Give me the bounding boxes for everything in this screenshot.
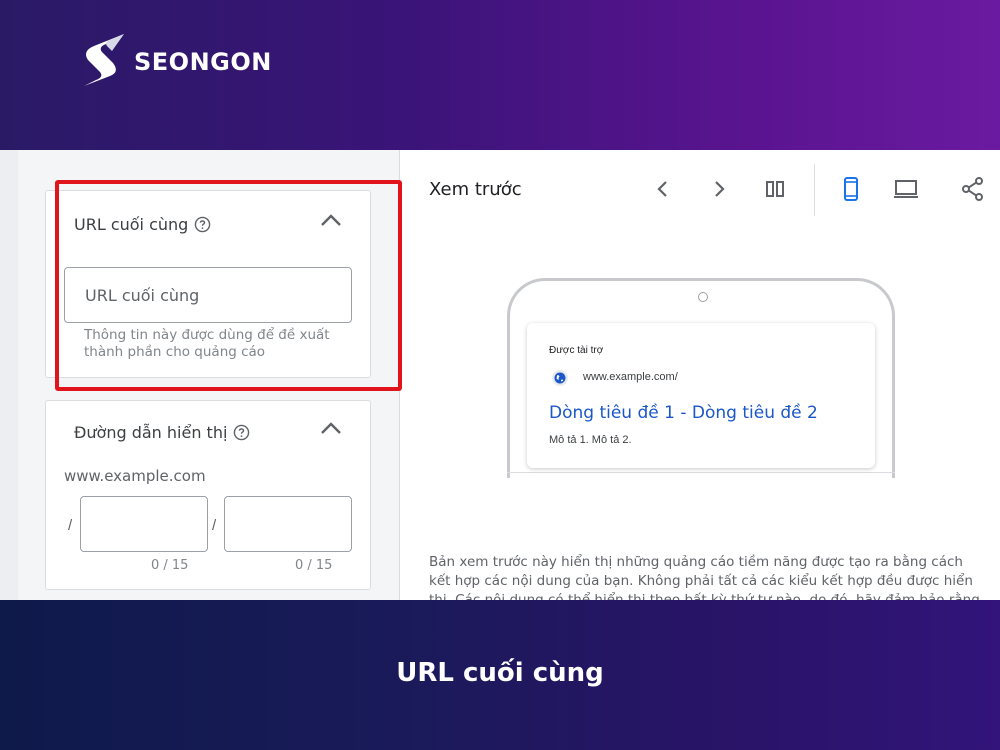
final-url-title: URL cuối cùng [74,215,211,234]
phone-bottom-edge [507,472,895,473]
ad-preview-card: Được tài trợ www.example.com/ Dòng tiêu … [527,323,875,468]
display-domain: www.example.com [64,467,206,485]
toolbar-divider [814,164,815,216]
path-2-counter: 0 / 15 [295,558,333,573]
path-1-counter: 0 / 15 [151,558,189,573]
chevron-right-icon[interactable] [706,176,732,202]
final-url-helper-text: Thông tin này được dùng để đề xuất thành… [84,327,330,360]
collapse-chevron-up-icon[interactable] [320,421,342,435]
preview-title: Xem trước [429,179,522,200]
path-separator: / [68,517,73,534]
ad-display-url: www.example.com/ [583,371,678,383]
final-url-title-text: URL cuối cùng [74,215,189,234]
display-path-card: Đường dẫn hiển thị www.example.com / / 0… [45,400,371,590]
bottom-banner: URL cuối cùng [0,600,1000,750]
final-url-input[interactable] [64,267,352,323]
brand-name: SEONGON [134,48,272,76]
path-separator: / [212,517,217,534]
collapse-chevron-up-icon[interactable] [320,213,342,227]
desktop-icon[interactable] [893,176,919,202]
help-icon[interactable] [233,424,250,441]
ad-sponsored-label: Được tài trợ [549,345,604,356]
brand-logo: SEONGON [80,32,272,92]
ad-headline[interactable]: Dòng tiêu đề 1 - Dòng tiêu đề 2 [549,403,818,423]
ad-description: Mô tả 1. Mô tả 2. [549,434,632,446]
mobile-icon[interactable] [838,176,864,202]
path-2-input[interactable] [224,496,352,552]
seongon-logo-icon [84,34,124,86]
globe-icon [552,370,568,386]
final-url-card: URL cuối cùng Thông tin này được dùng để… [45,190,371,378]
left-panel: URL cuối cùng Thông tin này được dùng để… [18,150,402,600]
display-path-title: Đường dẫn hiển thị [74,423,250,442]
help-icon[interactable] [194,216,211,233]
preview-disclaimer: Bản xem trước này hiển thị những quảng c… [429,554,980,600]
chevron-left-icon[interactable] [650,176,676,202]
caption-title: URL cuối cùng [396,658,604,688]
top-banner: SEONGON [0,0,1000,150]
display-path-title-text: Đường dẫn hiển thị [74,423,228,442]
columns-icon[interactable] [762,176,788,202]
google-ads-editor: URL cuối cùng Thông tin này được dùng để… [0,150,1000,600]
phone-camera [698,292,708,302]
path-1-input[interactable] [80,496,208,552]
left-gutter [0,150,18,600]
share-icon[interactable] [960,176,986,202]
